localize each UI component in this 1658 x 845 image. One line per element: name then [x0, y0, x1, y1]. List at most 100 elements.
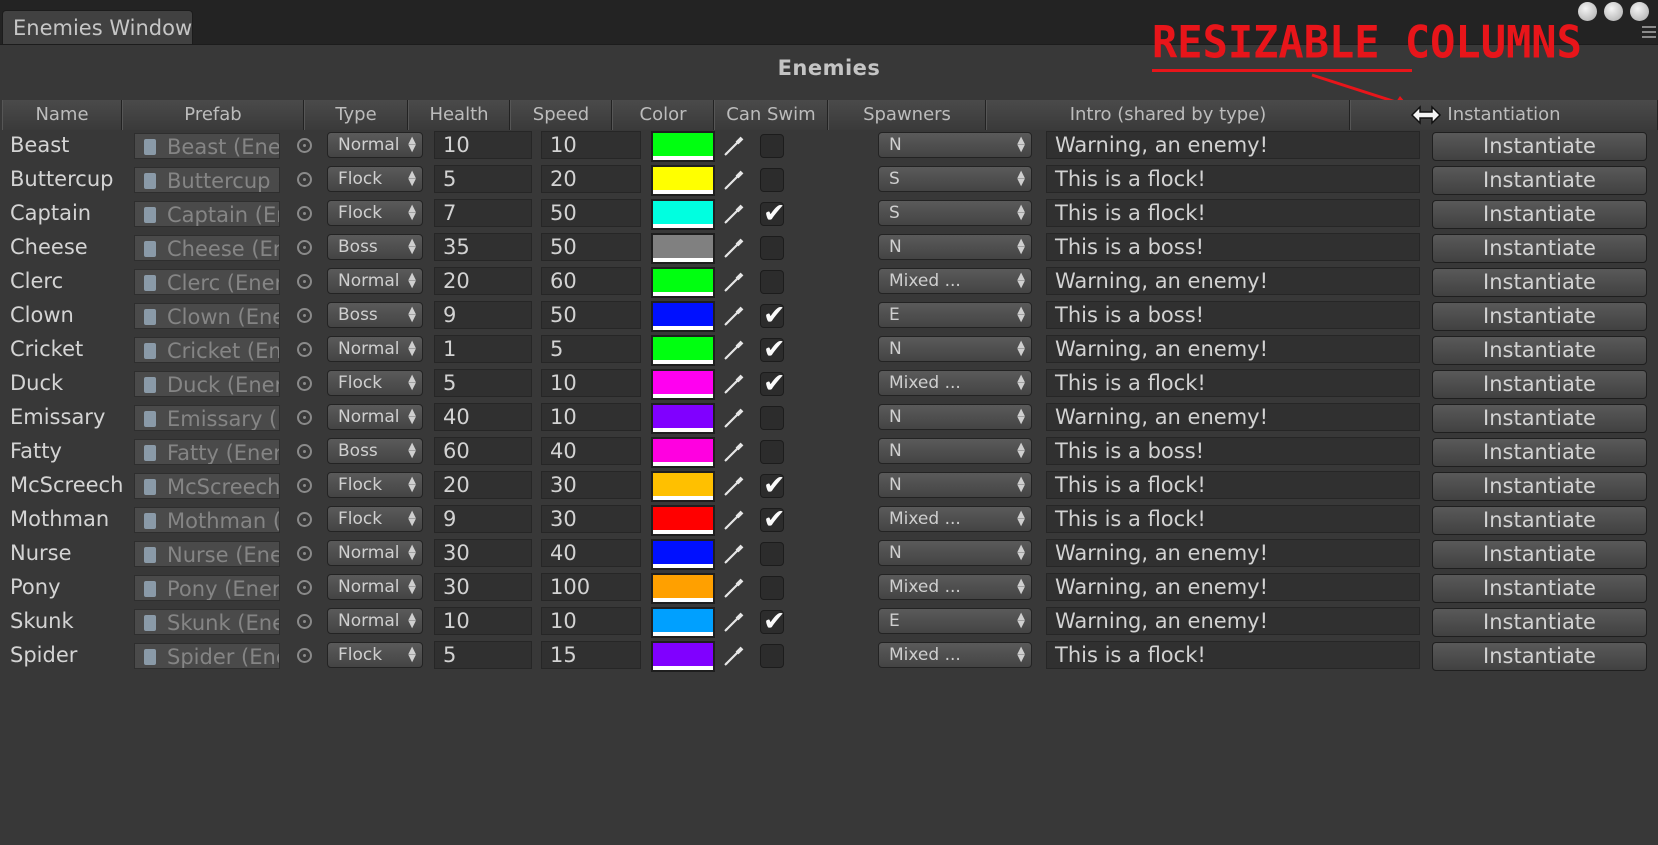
- spawners-dropdown[interactable]: Mixed ... ▲ ▼: [878, 642, 1032, 668]
- intro-field[interactable]: Warning, an enemy!: [1046, 403, 1420, 431]
- instantiate-button[interactable]: Instantiate: [1432, 302, 1647, 331]
- instantiate-button[interactable]: Instantiate: [1432, 506, 1647, 535]
- type-dropdown[interactable]: Normal ▲ ▼: [327, 336, 423, 362]
- object-picker-icon[interactable]: [297, 308, 312, 323]
- column-header-health[interactable]: Health: [408, 100, 510, 130]
- intro-field[interactable]: This is a flock!: [1046, 199, 1420, 227]
- window-dot-icon[interactable]: [1630, 2, 1649, 21]
- instantiate-button[interactable]: Instantiate: [1432, 336, 1647, 365]
- intro-field[interactable]: Warning, an enemy!: [1046, 267, 1420, 295]
- speed-field[interactable]: 30: [541, 505, 641, 533]
- instantiate-button[interactable]: Instantiate: [1432, 268, 1647, 297]
- prefab-field[interactable]: Duck (Ener: [134, 371, 280, 397]
- column-header-can-swim[interactable]: Can Swim: [714, 100, 828, 130]
- can-swim-checkbox[interactable]: [760, 168, 784, 192]
- prefab-field[interactable]: Cheese (Er: [134, 235, 280, 261]
- prefab-field[interactable]: Beast (Ener: [134, 133, 280, 159]
- speed-field[interactable]: 50: [541, 233, 641, 261]
- speed-field[interactable]: 60: [541, 267, 641, 295]
- instantiate-button[interactable]: Instantiate: [1432, 132, 1647, 161]
- prefab-field[interactable]: Cricket (En: [134, 337, 280, 363]
- can-swim-checkbox[interactable]: [760, 576, 784, 600]
- health-field[interactable]: 30: [434, 539, 532, 567]
- spawners-dropdown[interactable]: N ▲ ▼: [878, 336, 1032, 362]
- eyedropper-icon[interactable]: [722, 168, 746, 192]
- column-resize-icon[interactable]: [1410, 104, 1442, 126]
- color-field[interactable]: [651, 369, 715, 400]
- health-field[interactable]: 35: [434, 233, 532, 261]
- health-field[interactable]: 1: [434, 335, 532, 363]
- can-swim-checkbox[interactable]: ✔: [760, 504, 786, 535]
- can-swim-checkbox[interactable]: [760, 644, 784, 668]
- spawners-dropdown[interactable]: N ▲ ▼: [878, 404, 1032, 430]
- prefab-field[interactable]: Pony (Ener: [134, 575, 280, 601]
- type-dropdown[interactable]: Normal ▲ ▼: [327, 540, 423, 566]
- prefab-field[interactable]: Fatty (Ener: [134, 439, 280, 465]
- object-picker-icon[interactable]: [297, 410, 312, 425]
- can-swim-checkbox[interactable]: ✔: [760, 606, 786, 637]
- prefab-field[interactable]: Spider (Ene: [134, 643, 280, 669]
- health-field[interactable]: 10: [434, 131, 532, 159]
- eyedropper-icon[interactable]: [722, 134, 746, 158]
- health-field[interactable]: 20: [434, 267, 532, 295]
- spawners-dropdown[interactable]: N ▲ ▼: [878, 472, 1032, 498]
- can-swim-checkbox[interactable]: [760, 134, 784, 158]
- prefab-field[interactable]: Clerc (Ener: [134, 269, 280, 295]
- instantiate-button[interactable]: Instantiate: [1432, 574, 1647, 603]
- health-field[interactable]: 5: [434, 641, 532, 669]
- prefab-field[interactable]: Skunk (Ene: [134, 609, 280, 635]
- color-field[interactable]: [651, 505, 715, 536]
- type-dropdown[interactable]: Flock ▲ ▼: [327, 200, 423, 226]
- color-field[interactable]: [651, 131, 715, 162]
- spawners-dropdown[interactable]: E ▲ ▼: [878, 608, 1032, 634]
- color-field[interactable]: [651, 437, 715, 468]
- column-header-spawners[interactable]: Spawners: [828, 100, 986, 130]
- color-field[interactable]: [651, 471, 715, 502]
- type-dropdown[interactable]: Normal ▲ ▼: [327, 574, 423, 600]
- prefab-field[interactable]: Nurse (Ene: [134, 541, 280, 567]
- speed-field[interactable]: 20: [541, 165, 641, 193]
- color-field[interactable]: [651, 539, 715, 570]
- spawners-dropdown[interactable]: S ▲ ▼: [878, 200, 1032, 226]
- column-header-name[interactable]: Name: [2, 100, 122, 130]
- eyedropper-icon[interactable]: [722, 406, 746, 430]
- menu-icon[interactable]: [1642, 26, 1656, 40]
- intro-field[interactable]: This is a flock!: [1046, 505, 1420, 533]
- color-field[interactable]: [651, 335, 715, 366]
- intro-field[interactable]: Warning, an enemy!: [1046, 539, 1420, 567]
- eyedropper-icon[interactable]: [722, 372, 746, 396]
- health-field[interactable]: 7: [434, 199, 532, 227]
- can-swim-checkbox[interactable]: [760, 440, 784, 464]
- speed-field[interactable]: 10: [541, 403, 641, 431]
- can-swim-checkbox[interactable]: ✔: [760, 300, 786, 331]
- color-field[interactable]: [651, 301, 715, 332]
- column-header-type[interactable]: Type: [304, 100, 408, 130]
- speed-field[interactable]: 10: [541, 607, 641, 635]
- instantiate-button[interactable]: Instantiate: [1432, 642, 1647, 671]
- spawners-dropdown[interactable]: E ▲ ▼: [878, 302, 1032, 328]
- eyedropper-icon[interactable]: [722, 542, 746, 566]
- instantiate-button[interactable]: Instantiate: [1432, 472, 1647, 501]
- object-picker-icon[interactable]: [297, 580, 312, 595]
- spawners-dropdown[interactable]: Mixed ... ▲ ▼: [878, 506, 1032, 532]
- prefab-field[interactable]: Buttercup (: [134, 167, 280, 193]
- color-field[interactable]: [651, 233, 715, 264]
- instantiate-button[interactable]: Instantiate: [1432, 438, 1647, 467]
- health-field[interactable]: 5: [434, 369, 532, 397]
- color-field[interactable]: [651, 573, 715, 604]
- intro-field[interactable]: This is a flock!: [1046, 641, 1420, 669]
- intro-field[interactable]: Warning, an enemy!: [1046, 131, 1420, 159]
- speed-field[interactable]: 30: [541, 471, 641, 499]
- instantiate-button[interactable]: Instantiate: [1432, 166, 1647, 195]
- can-swim-checkbox[interactable]: ✔: [760, 368, 786, 399]
- intro-field[interactable]: This is a boss!: [1046, 301, 1420, 329]
- column-header-instantiation[interactable]: Instantiation: [1350, 100, 1658, 130]
- can-swim-checkbox[interactable]: [760, 270, 784, 294]
- spawners-dropdown[interactable]: Mixed ... ▲ ▼: [878, 268, 1032, 294]
- health-field[interactable]: 20: [434, 471, 532, 499]
- instantiate-button[interactable]: Instantiate: [1432, 234, 1647, 263]
- health-field[interactable]: 10: [434, 607, 532, 635]
- object-picker-icon[interactable]: [297, 206, 312, 221]
- column-header-color[interactable]: Color: [612, 100, 714, 130]
- eyedropper-icon[interactable]: [722, 610, 746, 634]
